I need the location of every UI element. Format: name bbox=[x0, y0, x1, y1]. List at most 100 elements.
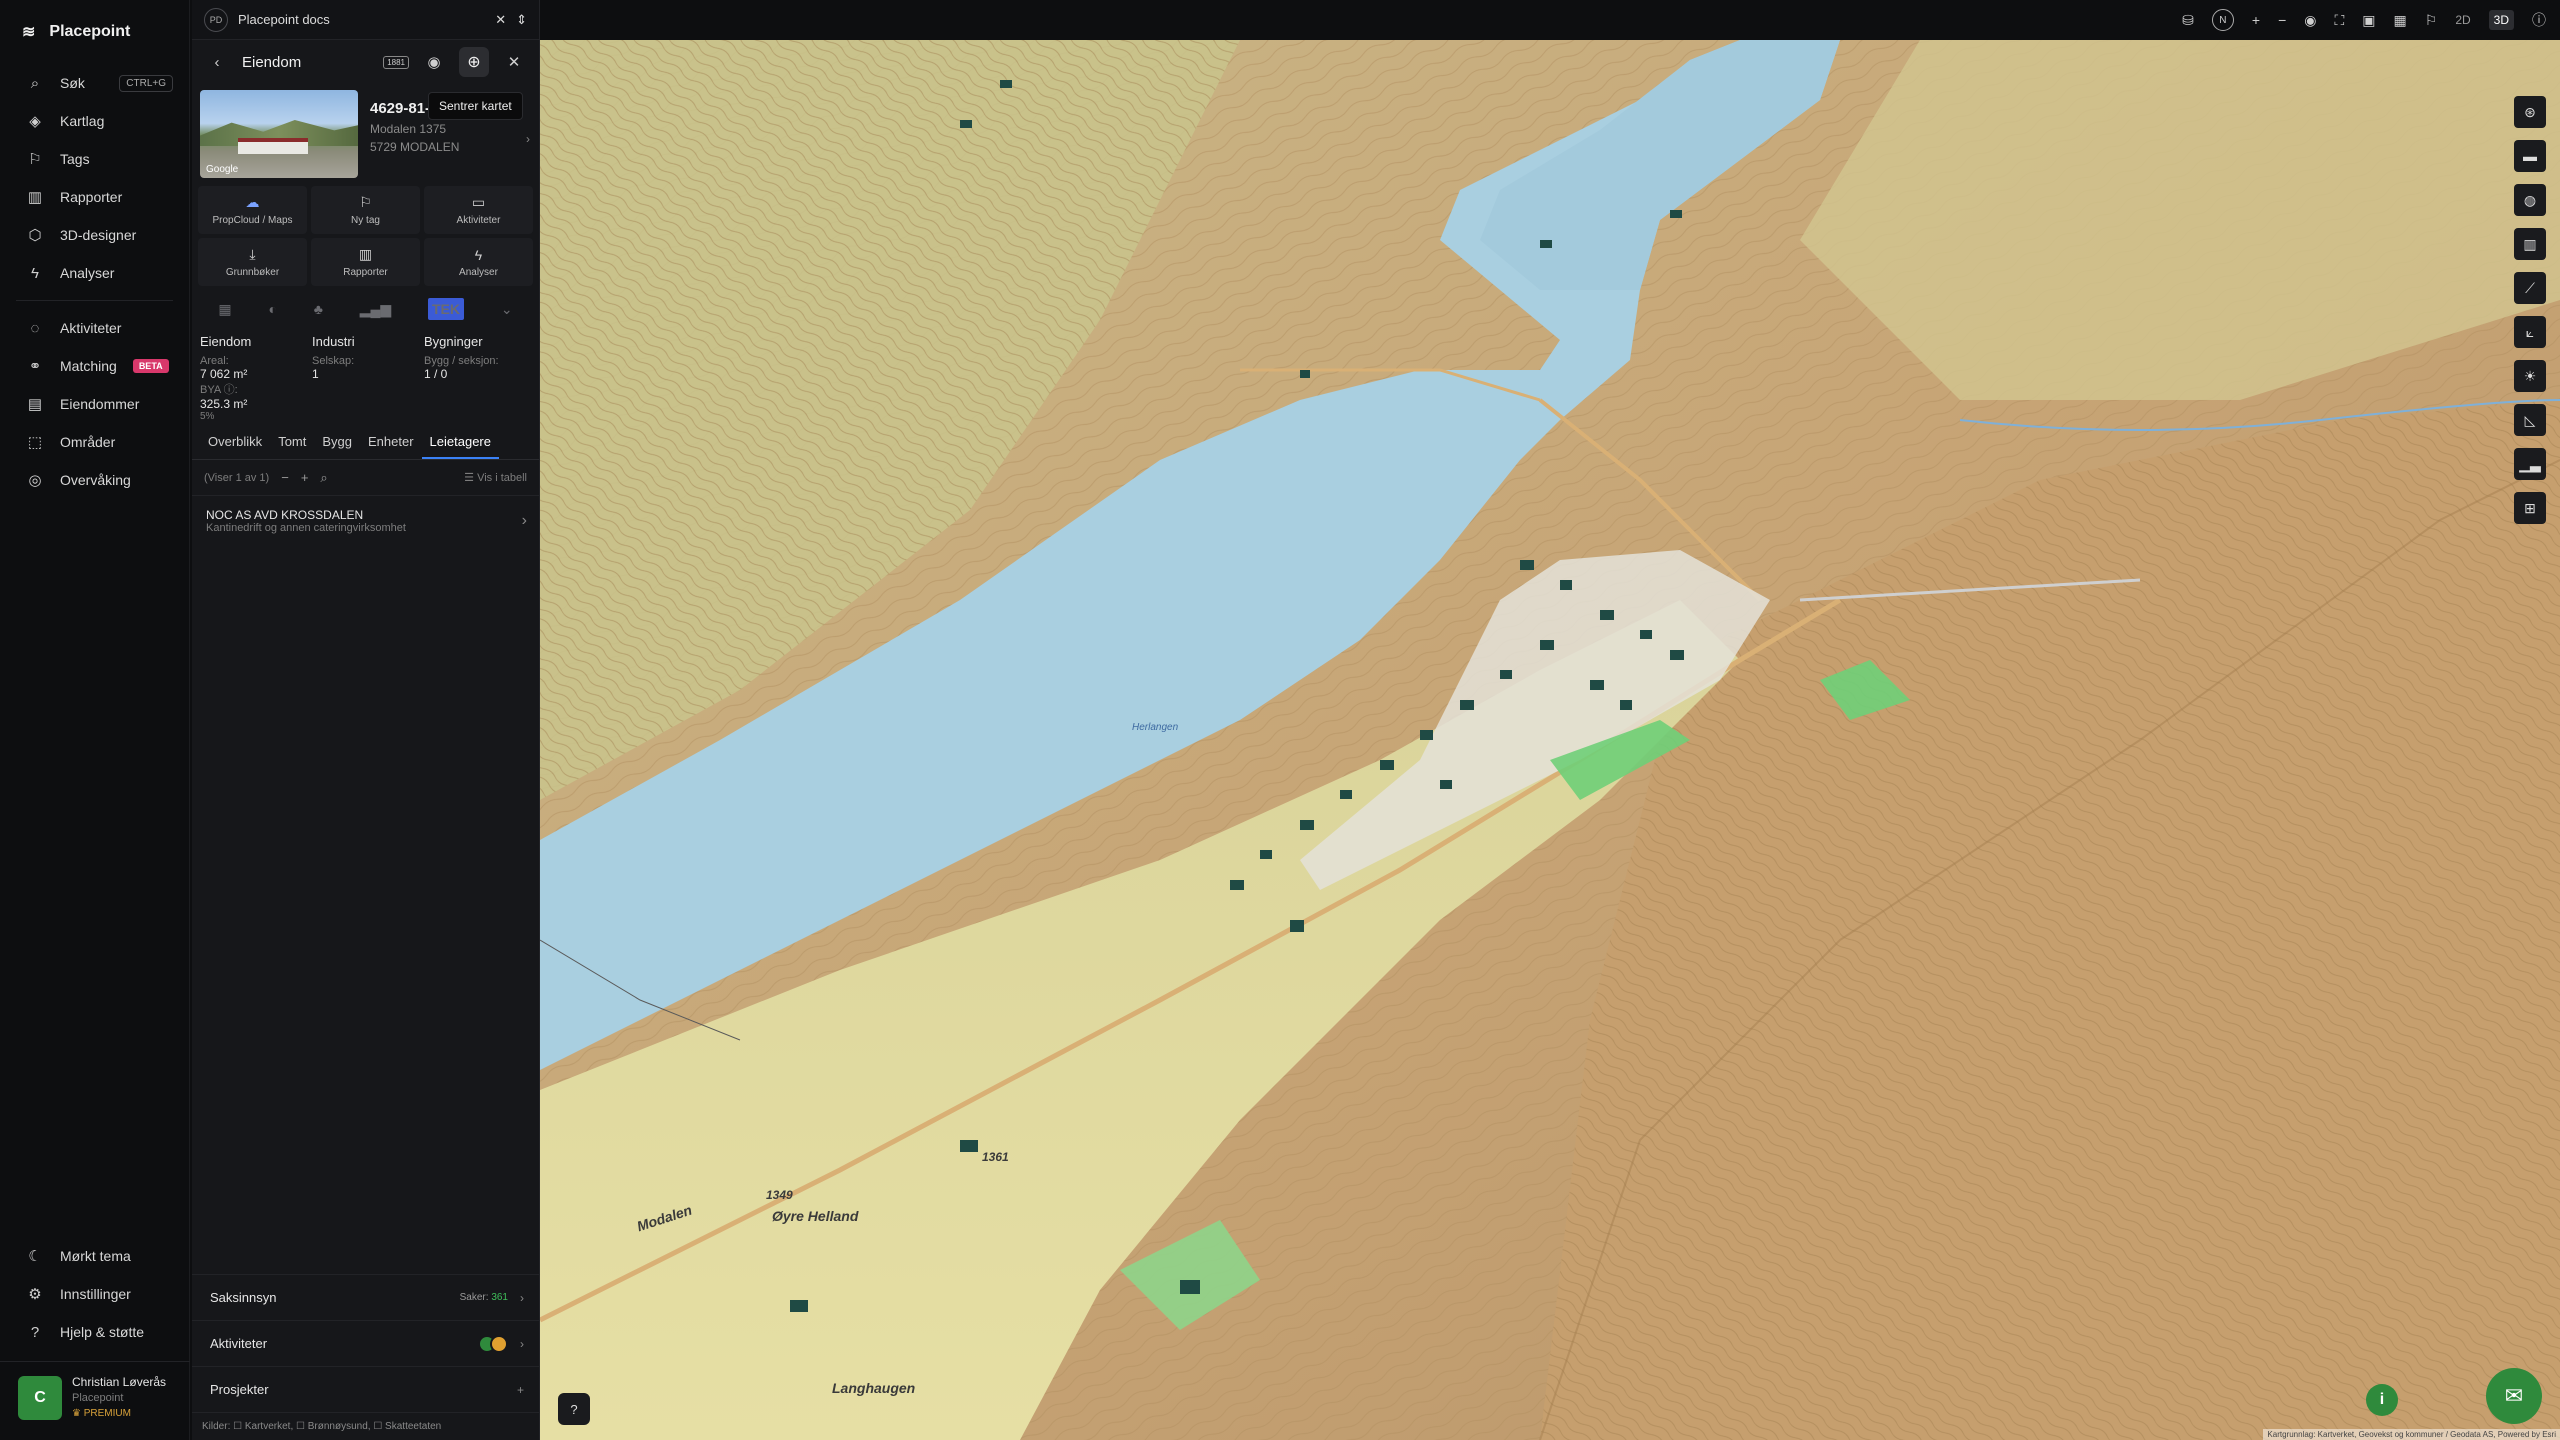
measure-icon[interactable]: ▬ bbox=[2514, 140, 2546, 172]
stats-industri: Industri Selskap: 1 bbox=[312, 334, 424, 422]
tab-bygg[interactable]: Bygg bbox=[314, 434, 360, 459]
tab-tomt[interactable]: Tomt bbox=[270, 434, 314, 459]
nav-item-tags[interactable]: ⚐ Tags bbox=[0, 140, 189, 178]
eye-icon[interactable]: ◉ bbox=[2304, 12, 2316, 29]
docs-title[interactable]: Placepoint docs bbox=[238, 12, 330, 27]
section-label: Prosjekter bbox=[210, 1382, 269, 1397]
tab-enheter[interactable]: Enheter bbox=[360, 434, 422, 459]
history-icon[interactable]: 1881 bbox=[383, 55, 409, 69]
property-address: Modalen 1375 bbox=[370, 122, 447, 136]
elevation-icon[interactable]: ▁▃ bbox=[2514, 448, 2546, 480]
nav-item-help[interactable]: ? Hjelp & støtte bbox=[0, 1313, 190, 1351]
section-saksinnsyn[interactable]: Saksinnsyn Saker: 361 › bbox=[192, 1274, 540, 1320]
user-profile[interactable]: C Christian Løverås Placepoint ♛ PREMIUM bbox=[0, 1361, 190, 1440]
chevron-right-icon[interactable]: › bbox=[526, 130, 530, 148]
nav-label: Kartlag bbox=[60, 113, 105, 129]
street-view-thumbnail[interactable]: Google bbox=[200, 90, 358, 178]
eye-icon[interactable]: ◉ bbox=[421, 53, 447, 71]
layers-stack-icon[interactable]: ⛁ bbox=[2182, 12, 2194, 29]
compass-icon[interactable]: N bbox=[2211, 9, 2234, 31]
export-icon[interactable]: ⊞ bbox=[2514, 492, 2546, 524]
globe-icon[interactable]: ◐ bbox=[268, 301, 276, 317]
nav-item-dark-theme[interactable]: ☾ Mørkt tema bbox=[0, 1237, 190, 1275]
grunnboker-button[interactable]: ⤓ Grunnbøker bbox=[198, 238, 307, 286]
nav-item-eiendommer[interactable]: ▤ Eiendommer bbox=[0, 385, 189, 423]
chevron-right-icon: › bbox=[520, 1290, 524, 1305]
map-label: Langhaugen bbox=[832, 1380, 916, 1396]
nav-item-aktiviteter[interactable]: ◌ Aktiviteter bbox=[0, 309, 189, 347]
data-source-icons: ▦ ◐ ♣ ▂▄▆ TEK ⌄ bbox=[192, 286, 539, 326]
zoom-in-icon[interactable]: + bbox=[2252, 12, 2260, 28]
view-analysis-icon[interactable]: ◍ bbox=[2514, 184, 2546, 216]
activities-button[interactable]: ▭ Aktiviteter bbox=[424, 186, 533, 234]
new-tag-button[interactable]: ⚐ Ny tag bbox=[311, 186, 420, 234]
panel-sections: Saksinnsyn Saker: 361 › Aktiviteter › Pr… bbox=[192, 1274, 540, 1440]
propcloud-button[interactable]: ☁ PropCloud / Maps bbox=[198, 186, 307, 234]
info-button[interactable]: i bbox=[2366, 1384, 2398, 1416]
show-table-button[interactable]: ☰ Vis i tabell bbox=[464, 471, 527, 484]
mode-3d-button[interactable]: 3D bbox=[2488, 10, 2514, 30]
nav-item-overvaking[interactable]: ◎ Overvåking bbox=[0, 461, 189, 499]
nav-label: Eiendommer bbox=[60, 396, 140, 412]
shadow-icon[interactable]: ◺ bbox=[2514, 404, 2546, 436]
chat-icon: ▭ bbox=[471, 194, 486, 210]
plus-icon[interactable]: + bbox=[301, 470, 309, 485]
sun-icon[interactable]: ☀ bbox=[2514, 360, 2546, 392]
nav-item-omrader[interactable]: ⬚ Områder bbox=[0, 423, 189, 461]
minus-icon[interactable]: − bbox=[281, 470, 289, 485]
section-prosjekter[interactable]: Prosjekter + bbox=[192, 1366, 540, 1412]
bookmark-icon[interactable]: ⚐ bbox=[2425, 12, 2438, 29]
back-icon[interactable]: ‹ bbox=[204, 54, 230, 71]
info-icon[interactable]: ⓘ bbox=[2532, 10, 2546, 30]
layer-tool-icon[interactable]: ⊛ bbox=[2514, 96, 2546, 128]
close-panel-icon[interactable]: ✕ bbox=[501, 53, 527, 71]
building-icon: ▤ bbox=[27, 396, 43, 413]
factory-icon[interactable]: ♣ bbox=[314, 301, 323, 317]
brand-name: Placepoint bbox=[49, 23, 131, 40]
more-icon[interactable]: ⌄ bbox=[501, 301, 513, 318]
center-map-icon[interactable]: ⊕ bbox=[459, 47, 489, 77]
grid-icon[interactable]: ▦ bbox=[2394, 12, 2407, 29]
stats-title: Eiendom bbox=[200, 334, 252, 349]
list-item[interactable]: NOC AS AVD KROSSDALEN Kantinedrift og an… bbox=[192, 496, 539, 546]
signal-icon[interactable]: ▂▄▆ bbox=[360, 301, 391, 318]
chart-icon[interactable]: ▥ bbox=[2514, 228, 2546, 260]
camera-icon[interactable]: ▣ bbox=[2362, 12, 2375, 29]
stats-label: Selskap: bbox=[312, 355, 355, 367]
nav-label: Tags bbox=[60, 151, 90, 167]
search-icon: ⌕ bbox=[30, 74, 40, 92]
map-help-button[interactable]: ? bbox=[558, 1393, 590, 1425]
nav-item-analyser[interactable]: ϟ Analyser bbox=[0, 254, 189, 292]
nav-item-sok[interactable]: ⌕ Søk CTRL+G bbox=[0, 64, 189, 102]
fullscreen-icon[interactable]: ⛶ bbox=[2334, 12, 2344, 29]
chat-button[interactable]: ✉ bbox=[2486, 1368, 2542, 1424]
user-info: Christian Løverås Placepoint ♛ PREMIUM bbox=[72, 1374, 166, 1422]
mode-2d-button[interactable]: 2D bbox=[2455, 13, 2470, 27]
nav-item-kartlag[interactable]: ◈ Kartlag bbox=[0, 102, 189, 140]
plus-icon[interactable]: + bbox=[517, 1383, 524, 1397]
tenant-info: NOC AS AVD KROSSDALEN Kantinedrift og an… bbox=[206, 508, 406, 534]
profile-icon[interactable]: ⟋ bbox=[2514, 272, 2546, 304]
section-aktiviteter[interactable]: Aktiviteter › bbox=[192, 1320, 540, 1366]
nav-item-3d-designer[interactable]: ⬡ 3D-designer bbox=[0, 216, 189, 254]
reports-button[interactable]: ▥ Rapporter bbox=[311, 238, 420, 286]
expand-icon[interactable]: ⇕ bbox=[516, 12, 527, 28]
tab-leietagere[interactable]: Leietagere bbox=[421, 434, 499, 459]
tek-badge[interactable]: TEK bbox=[428, 298, 464, 320]
nav-item-settings[interactable]: ⚙ Innstillinger bbox=[0, 1275, 190, 1313]
analyses-button[interactable]: ϟ Analyser bbox=[424, 238, 533, 286]
stats-label: Areal: bbox=[200, 355, 229, 367]
nav-item-rapporter[interactable]: ▥ Rapporter bbox=[0, 178, 189, 216]
nav-divider bbox=[16, 300, 173, 301]
document-icon[interactable]: ▦ bbox=[218, 301, 231, 318]
tab-overblikk[interactable]: Overblikk bbox=[200, 434, 270, 459]
zoom-out-icon[interactable]: − bbox=[2278, 12, 2286, 28]
tenant-desc: Kantinedrift og annen cateringvirksomhet bbox=[206, 522, 406, 534]
map-canvas[interactable]: Herlangen Øyre Helland Modalen 1349 1361… bbox=[540, 40, 2560, 1440]
thumb-credit: Google bbox=[206, 164, 239, 175]
nav-item-matching[interactable]: ⚭ Matching BETA bbox=[0, 347, 189, 385]
search-icon[interactable]: ⌕ bbox=[320, 470, 327, 486]
close-icon[interactable]: ✕ bbox=[495, 12, 506, 28]
slope-icon[interactable]: ⟀ bbox=[2514, 316, 2546, 348]
brand[interactable]: ≋ Placepoint bbox=[0, 0, 189, 64]
